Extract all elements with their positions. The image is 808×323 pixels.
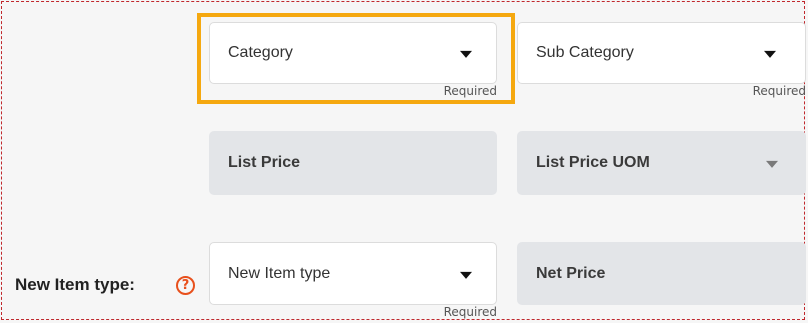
list-price-field[interactable]: List Price (209, 131, 497, 195)
chevron-down-icon (764, 50, 776, 58)
chevron-down-icon (460, 271, 472, 279)
sub-category-select-label: Sub Category (536, 44, 634, 61)
net-price-label: Net Price (536, 264, 606, 282)
help-icon[interactable]: ? (176, 276, 195, 295)
list-price-label: List Price (228, 154, 301, 171)
sub-category-required-note: Required (752, 84, 806, 98)
chevron-down-icon (766, 160, 778, 168)
new-item-type-select-label: New Item type (228, 264, 331, 282)
net-price-field[interactable]: Net Price (517, 242, 806, 305)
list-price-uom-label: List Price UOM (536, 154, 650, 171)
new-item-type-select[interactable]: New Item type (209, 242, 497, 305)
new-item-type-required-note: Required (443, 305, 497, 319)
list-price-uom-select[interactable]: List Price UOM (517, 131, 806, 195)
new-item-type-row-label: New Item type: (15, 275, 135, 294)
category-highlight-box (197, 13, 515, 104)
sub-category-select[interactable]: Sub Category (517, 22, 806, 84)
